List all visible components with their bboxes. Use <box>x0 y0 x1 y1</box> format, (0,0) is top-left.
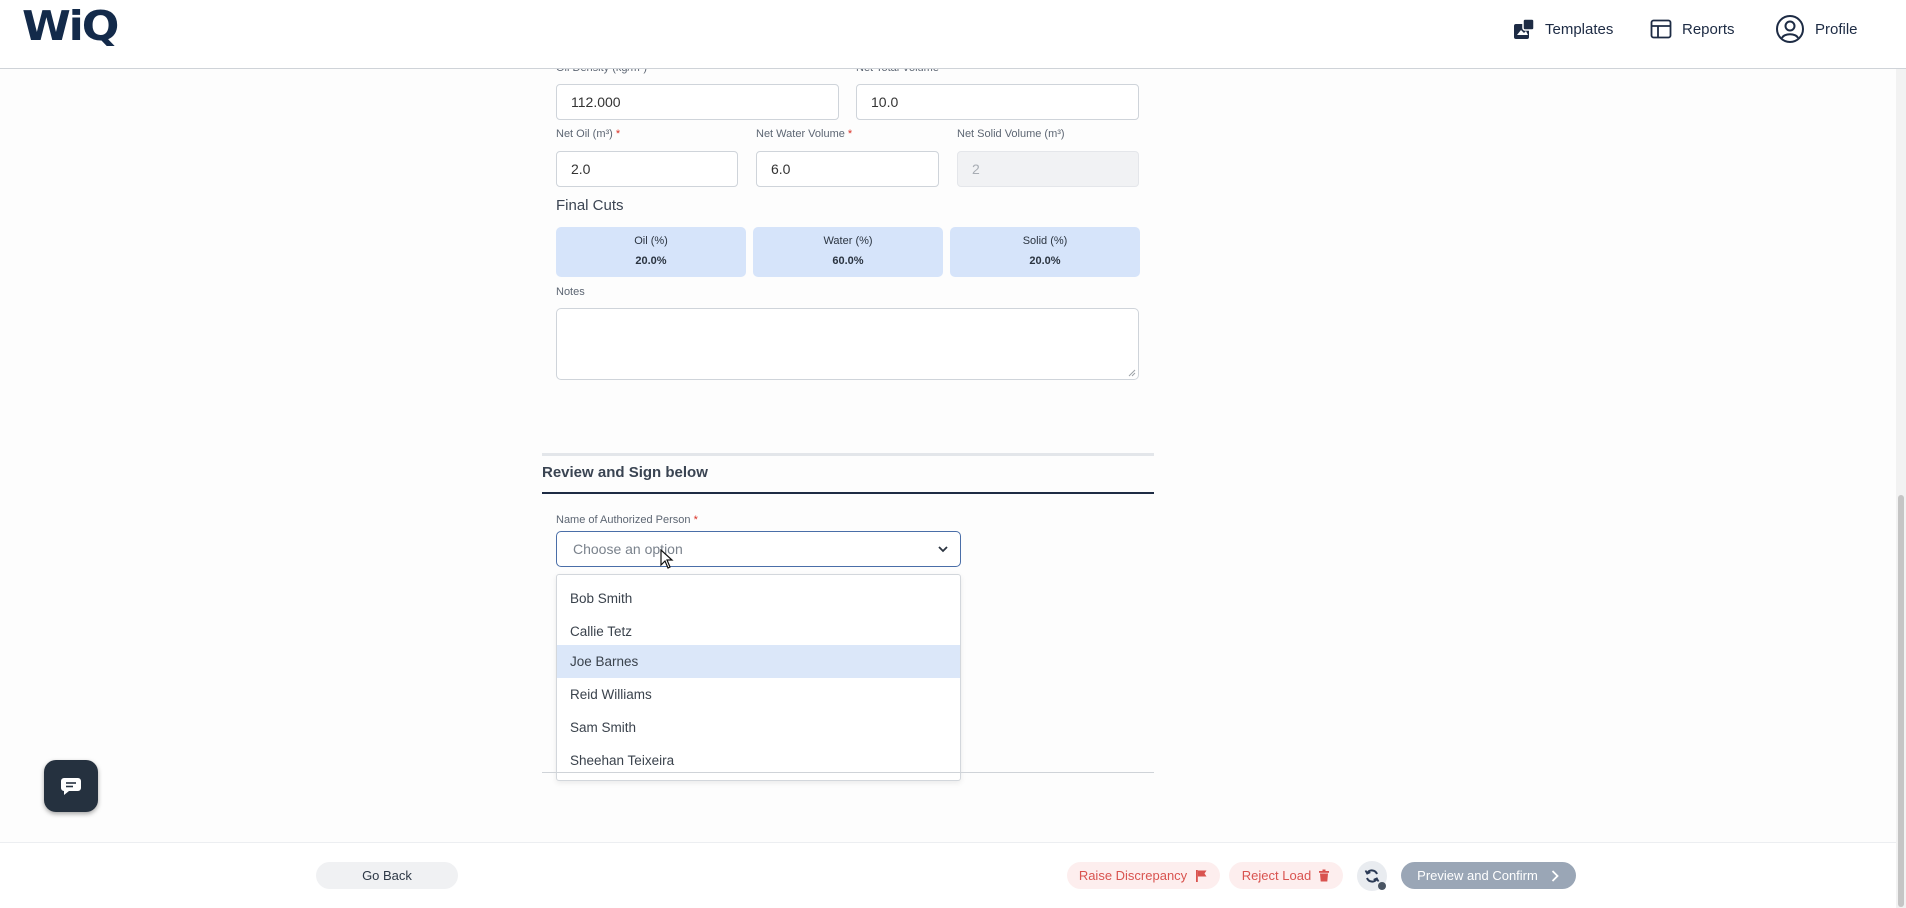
raise-discrepancy-button[interactable]: Raise Discrepancy <box>1067 862 1220 889</box>
final-cut-oil-value: 20.0% <box>635 255 667 267</box>
reports-icon <box>1650 19 1672 39</box>
required-marker: * <box>615 128 621 140</box>
net-oil-input[interactable]: 2.0 <box>556 151 738 187</box>
chat-launcher-button[interactable] <box>44 760 98 812</box>
required-marker: * <box>847 128 853 140</box>
preview-and-confirm-button[interactable]: Preview and Confirm <box>1401 862 1576 889</box>
net-water-volume-label-text: Net Water Volume <box>756 128 845 140</box>
wiq-logo[interactable]: WiQ <box>22 2 119 50</box>
header-clip <box>540 0 1160 69</box>
option-bob-smith[interactable]: Bob Smith <box>557 582 960 615</box>
section-title-underline <box>542 492 1154 494</box>
chevron-down-icon <box>938 546 948 553</box>
final-cut-oil-label: Oil (%) <box>634 235 668 247</box>
chevron-right-icon <box>1551 869 1559 882</box>
footer-action-bar <box>0 842 1906 908</box>
section-divider <box>542 453 1154 456</box>
required-marker: * <box>693 514 698 526</box>
net-total-volume-input[interactable]: 10.0 <box>856 84 1139 120</box>
resize-grip-icon[interactable] <box>1128 369 1136 377</box>
net-solid-volume-input: 2 <box>957 151 1139 187</box>
final-cuts-title: Final Cuts <box>556 197 624 214</box>
go-back-button[interactable]: Go Back <box>316 862 458 889</box>
nav-templates[interactable]: Templates <box>1513 14 1613 44</box>
sync-status-dot <box>1378 882 1386 890</box>
final-cut-water-value: 60.0% <box>832 255 864 267</box>
nav-reports-label: Reports <box>1682 20 1735 38</box>
reject-load-label: Reject Load <box>1241 868 1312 883</box>
authorized-person-label: Name of Authorized Person * <box>556 514 698 526</box>
sync-icon <box>1364 869 1380 883</box>
net-water-volume-input[interactable]: 6.0 <box>756 151 939 187</box>
notes-label: Notes <box>556 286 585 298</box>
authorized-person-dropdown: Bob Smith Callie Tetz Joe Barnes Reid Wi… <box>556 574 961 781</box>
notes-textarea[interactable] <box>556 308 1139 380</box>
final-cut-water-label: Water (%) <box>823 235 873 247</box>
reject-load-button[interactable]: Reject Load <box>1229 862 1343 889</box>
net-water-volume-label: Net Water Volume * <box>756 128 852 140</box>
net-solid-volume-label: Net Solid Volume (m³) <box>957 128 1065 140</box>
mouse-cursor-icon <box>660 549 674 569</box>
preview-and-confirm-label: Preview and Confirm <box>1417 868 1538 883</box>
profile-icon <box>1776 15 1804 43</box>
option-reid-williams[interactable]: Reid Williams <box>557 678 960 711</box>
final-cut-solid-value: 20.0% <box>1029 255 1061 267</box>
final-cut-oil: Oil (%) 20.0% <box>556 227 746 277</box>
review-section-title: Review and Sign below <box>542 464 708 481</box>
nav-profile-label: Profile <box>1815 20 1858 38</box>
raise-discrepancy-label: Raise Discrepancy <box>1078 868 1188 883</box>
final-cut-solid-label: Solid (%) <box>1022 235 1068 247</box>
nav-profile[interactable]: Profile <box>1775 14 1858 44</box>
authorized-person-select[interactable]: Choose an option <box>556 531 961 567</box>
chat-icon <box>61 778 81 795</box>
section-bottom-divider <box>542 772 1154 773</box>
trash-icon <box>1319 869 1330 882</box>
net-oil-label: Net Oil (m³) * <box>556 128 620 140</box>
nav-templates-label: Templates <box>1545 20 1614 38</box>
option-sam-smith[interactable]: Sam Smith <box>557 711 960 744</box>
option-callie-tetz[interactable]: Callie Tetz <box>557 615 960 648</box>
templates-icon <box>1514 18 1535 39</box>
net-oil-label-text: Net Oil (m³) <box>556 128 613 140</box>
flag-icon <box>1196 869 1207 882</box>
authorized-person-label-text: Name of Authorized Person <box>556 514 691 526</box>
page-scrollbar-thumb[interactable] <box>1898 495 1904 907</box>
final-cut-water: Water (%) 60.0% <box>753 227 943 277</box>
nav-reports[interactable]: Reports <box>1650 14 1735 44</box>
option-joe-barnes[interactable]: Joe Barnes <box>557 645 960 678</box>
final-cut-solid: Solid (%) 20.0% <box>950 227 1140 277</box>
oil-density-input[interactable]: 112.000 <box>556 84 839 120</box>
